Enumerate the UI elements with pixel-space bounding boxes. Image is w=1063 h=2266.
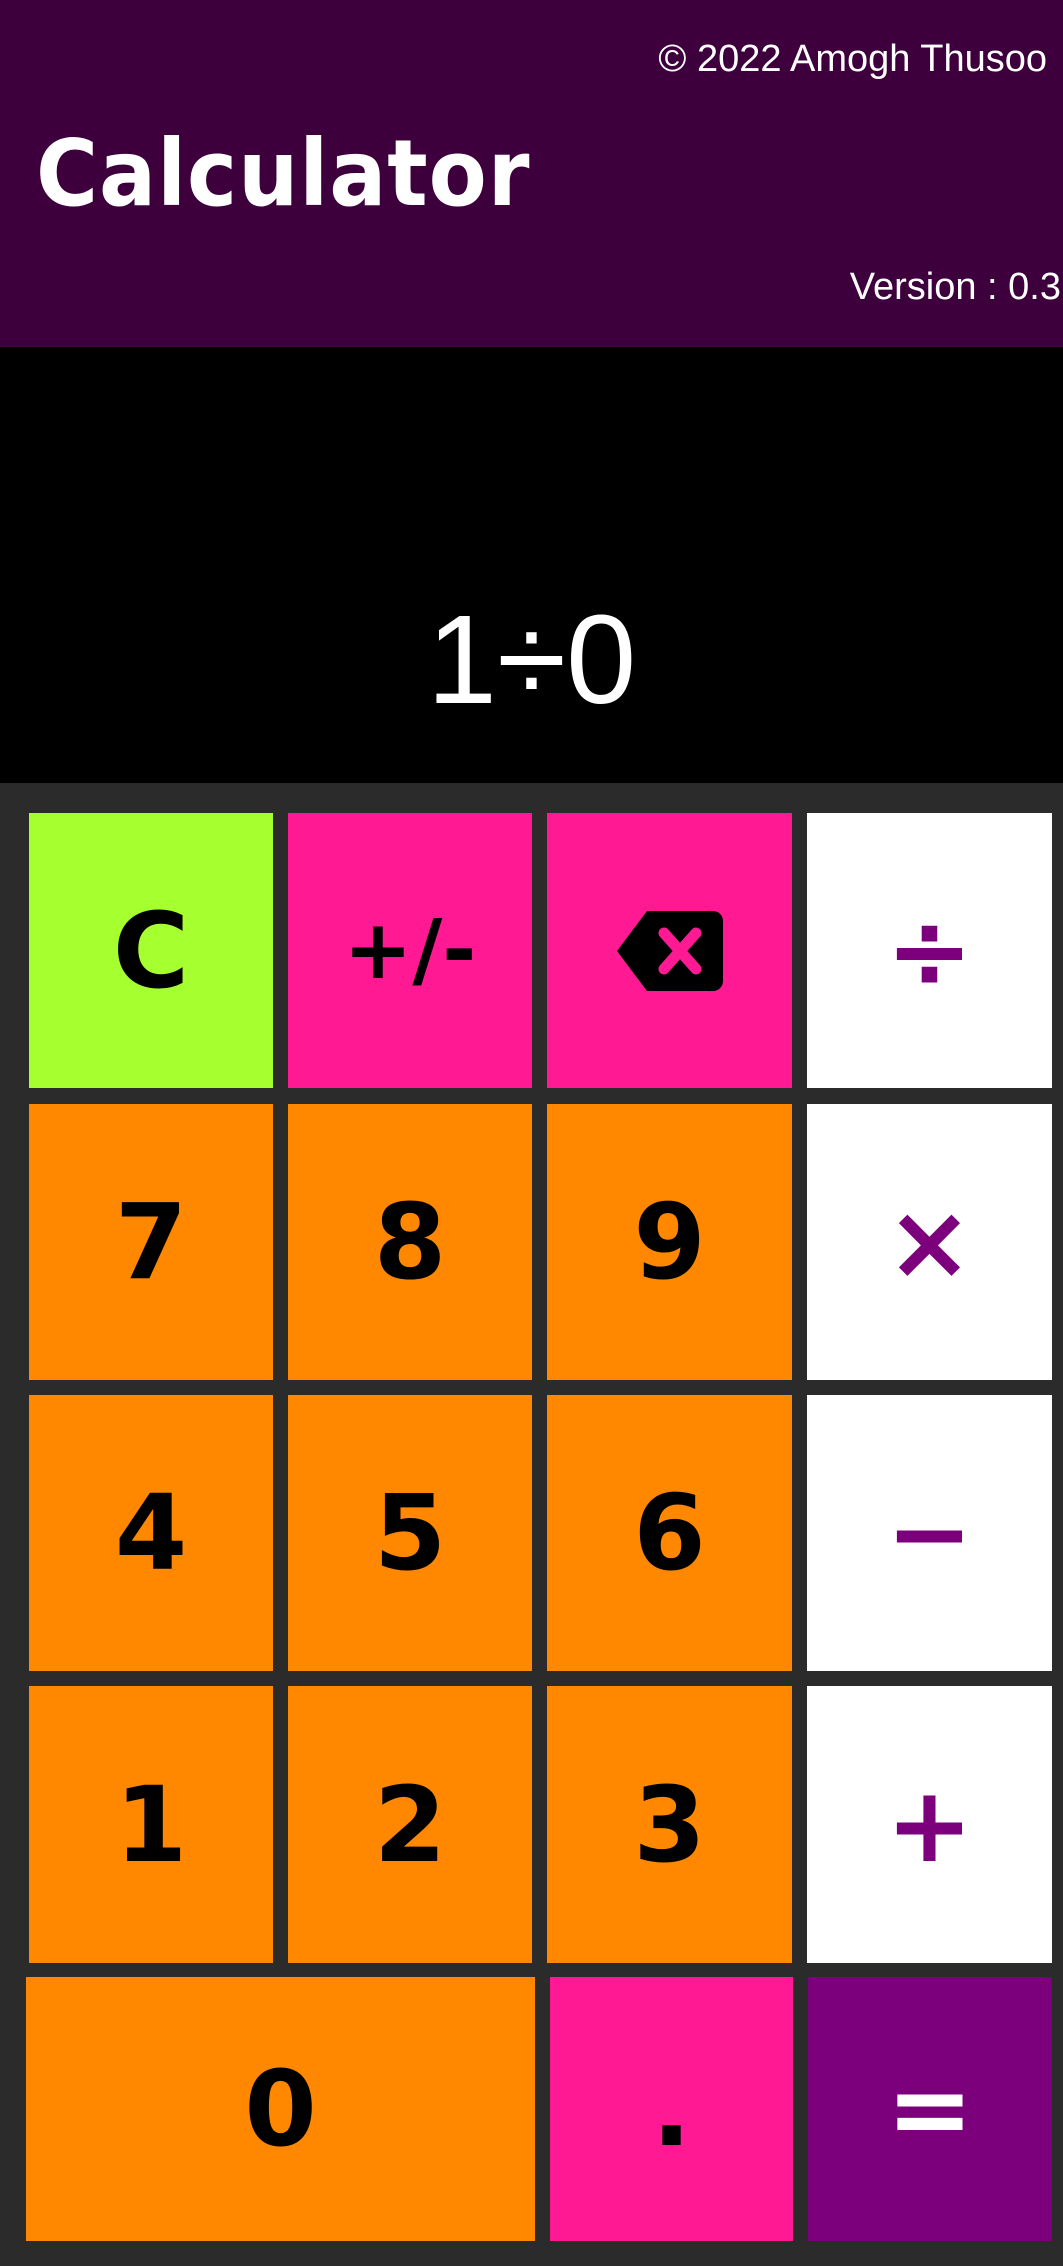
digit-3-label: 3	[633, 1763, 706, 1886]
app-header: © 2022 Amogh Thusoo Calculator Version :…	[0, 0, 1063, 347]
digit-8-label: 8	[373, 1181, 447, 1303]
equals-label: =	[886, 2048, 974, 2170]
version-text: Version : 0.3	[849, 266, 1061, 308]
backspace-icon	[616, 910, 723, 991]
digit-5-button[interactable]: 5	[288, 1395, 532, 1671]
digit-7-label: 7	[114, 1181, 188, 1303]
digit-8-button[interactable]: 8	[288, 1104, 532, 1380]
digit-0-button[interactable]: 0	[26, 1977, 535, 2241]
clear-button[interactable]: C	[29, 813, 273, 1088]
digit-4-label: 4	[114, 1472, 188, 1594]
display-expression: 1÷0	[426, 589, 637, 730]
divide-button[interactable]: ÷	[807, 813, 1052, 1088]
copyright-text: © 2022 Amogh Thusoo	[658, 38, 1047, 80]
backspace-button[interactable]	[547, 813, 792, 1088]
toggle-sign-button[interactable]: +/-	[288, 813, 532, 1088]
digit-6-button[interactable]: 6	[547, 1395, 792, 1671]
clear-label: C	[112, 889, 190, 1012]
equals-button[interactable]: =	[808, 1977, 1052, 2241]
add-label: +	[885, 1763, 974, 1886]
digit-3-button[interactable]: 3	[547, 1686, 792, 1963]
digit-2-button[interactable]: 2	[288, 1686, 532, 1963]
subtract-button[interactable]: −	[807, 1395, 1052, 1671]
decimal-label: .	[651, 2048, 692, 2170]
calculator-display: 1÷0	[0, 347, 1063, 783]
digit-2-label: 2	[373, 1763, 447, 1886]
app-title: Calculator	[36, 120, 531, 227]
subtract-label: −	[885, 1472, 974, 1594]
digit-1-label: 1	[114, 1763, 188, 1886]
digit-9-label: 9	[633, 1181, 706, 1303]
multiply-label: ×	[885, 1181, 974, 1303]
decimal-button[interactable]: .	[550, 1977, 793, 2241]
add-button[interactable]: +	[807, 1686, 1052, 1963]
toggle-sign-label: +/-	[343, 902, 477, 998]
multiply-button[interactable]: ×	[807, 1104, 1052, 1380]
digit-4-button[interactable]: 4	[29, 1395, 273, 1671]
digit-9-button[interactable]: 9	[547, 1104, 792, 1380]
divide-label: ÷	[885, 889, 974, 1012]
digit-5-label: 5	[373, 1472, 447, 1594]
keypad: C +/- ÷ 7 8 9 × 4 5 6 − 1 2 3 + 0 . =	[0, 783, 1063, 2266]
digit-7-button[interactable]: 7	[29, 1104, 273, 1380]
digit-1-button[interactable]: 1	[29, 1686, 273, 1963]
digit-6-label: 6	[633, 1472, 706, 1594]
digit-0-label: 0	[244, 2048, 317, 2170]
